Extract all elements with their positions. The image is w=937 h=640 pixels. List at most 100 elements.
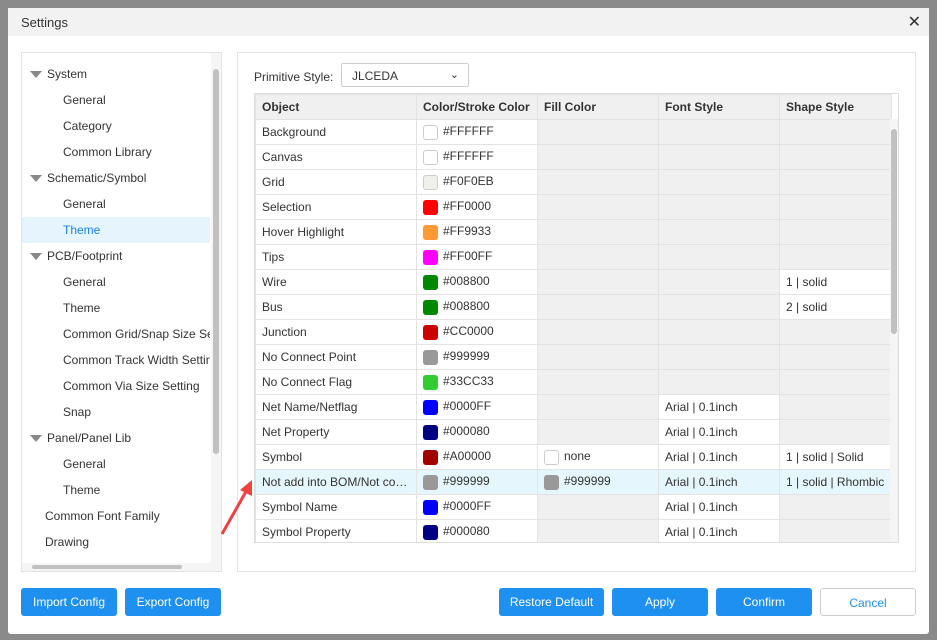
color-swatch[interactable] <box>423 224 438 240</box>
tree-item[interactable]: Schematic/Symbol <box>22 165 210 191</box>
tree-item[interactable]: Category <box>22 113 210 139</box>
table-row[interactable]: Symbol #A00000 none Arial | 0.1inch 1 | soli… <box>255 444 892 470</box>
table-row[interactable]: Symbol Name #0000FF Arial | 0.1inch <box>255 494 892 520</box>
color-swatch[interactable] <box>423 274 438 290</box>
table-row[interactable]: Background #FFFFFF <box>255 119 892 145</box>
font-cell[interactable]: Arial | 0.1inch <box>658 419 780 445</box>
tree-item[interactable]: Common Library <box>22 139 210 165</box>
tree-item[interactable]: Panel/Panel Lib <box>22 425 210 451</box>
color-swatch[interactable] <box>423 474 438 490</box>
table-row[interactable]: No Connect Point #999999 <box>255 344 892 370</box>
tree-item[interactable]: General <box>22 269 210 295</box>
object-cell[interactable]: No Connect Point <box>255 344 417 370</box>
table-row[interactable]: Grid #F0F0EB <box>255 169 892 195</box>
tree-item[interactable]: Theme <box>22 217 210 243</box>
color-swatch[interactable] <box>423 374 438 390</box>
table-row[interactable]: Bus #008800 2 | solid <box>255 294 892 320</box>
shape-cell[interactable]: 1 | solid | Rhombic <box>779 469 892 495</box>
shape-cell[interactable]: 1 | solid <box>779 269 892 295</box>
font-cell[interactable]: Arial | 0.1inch <box>658 469 780 495</box>
tree-item[interactable]: Common Font Family <box>22 503 210 529</box>
object-cell[interactable]: Symbol Name <box>255 494 417 520</box>
color-cell[interactable]: #008800 <box>416 294 538 320</box>
color-cell[interactable]: #FFFFFF <box>416 119 538 145</box>
tree-item[interactable]: General <box>22 87 210 113</box>
tree-item[interactable]: General <box>22 451 210 477</box>
object-cell[interactable]: Net Property <box>255 419 417 445</box>
tree-item[interactable]: System <box>22 61 210 87</box>
object-cell[interactable]: Not add into BOM/Not convert to PCB <box>255 469 417 495</box>
color-swatch[interactable] <box>423 299 438 315</box>
color-swatch[interactable] <box>423 174 438 190</box>
color-cell[interactable]: #0000FF <box>416 494 538 520</box>
tree-item[interactable]: Common Grid/Snap Size Setting <box>22 321 210 347</box>
tree-item[interactable]: PCB/Footprint <box>22 243 210 269</box>
apply-button[interactable]: Apply <box>612 588 708 616</box>
tree-item[interactable]: Common Via Size Setting <box>22 373 210 399</box>
color-cell[interactable]: #CC0000 <box>416 319 538 345</box>
color-swatch[interactable] <box>423 424 438 440</box>
tree-item[interactable]: Snap <box>22 399 210 425</box>
color-cell[interactable]: #008800 <box>416 269 538 295</box>
color-cell[interactable]: #FF9933 <box>416 219 538 245</box>
table-row[interactable]: Canvas #FFFFFF <box>255 144 892 170</box>
close-icon[interactable]: ✕ <box>908 12 921 32</box>
object-cell[interactable]: Bus <box>255 294 417 320</box>
color-swatch[interactable] <box>423 399 438 415</box>
object-cell[interactable]: Junction <box>255 319 417 345</box>
table-row[interactable]: Not add into BOM/Not convert to PCB #9999… <box>255 469 892 495</box>
font-cell[interactable]: Arial | 0.1inch <box>658 494 780 520</box>
color-cell[interactable]: #33CC33 <box>416 369 538 395</box>
color-swatch[interactable] <box>423 349 438 365</box>
font-cell[interactable]: Arial | 0.1inch <box>658 519 780 542</box>
tree-item[interactable]: Drawing <box>22 529 210 555</box>
table-row[interactable]: Symbol Property #000080 Arial | 0.1inch <box>255 519 892 542</box>
tree-item[interactable]: Common Track Width Setting <box>22 347 210 373</box>
export-config-button[interactable]: Export Config <box>125 588 221 616</box>
tree-item[interactable]: General <box>22 191 210 217</box>
object-cell[interactable]: Hover Highlight <box>255 219 417 245</box>
tree-item[interactable]: Theme <box>22 295 210 321</box>
tree-horizontal-scrollbar[interactable] <box>22 563 212 571</box>
cancel-button[interactable]: Cancel <box>820 588 916 616</box>
table-row[interactable]: Selection #FF0000 <box>255 194 892 220</box>
color-cell[interactable]: #999999 <box>416 344 538 370</box>
table-row[interactable]: Net Property #000080 Arial | 0.1inch <box>255 419 892 445</box>
color-swatch[interactable] <box>423 524 438 540</box>
color-cell[interactable]: #F0F0EB <box>416 169 538 195</box>
fill-cell[interactable]: #999999 <box>537 469 659 495</box>
table-row[interactable]: No Connect Flag #33CC33 <box>255 369 892 395</box>
color-swatch[interactable] <box>423 249 438 265</box>
table-row[interactable]: Hover Highlight #FF9933 <box>255 219 892 245</box>
object-cell[interactable]: Background <box>255 119 417 145</box>
object-cell[interactable]: Symbol <box>255 444 417 470</box>
table-row[interactable]: Net Name/Netflag #0000FF Arial | 0.1inch <box>255 394 892 420</box>
object-cell[interactable]: Net Name/Netflag <box>255 394 417 420</box>
color-swatch[interactable] <box>544 474 559 490</box>
color-cell[interactable]: #FF0000 <box>416 194 538 220</box>
table-row[interactable]: Tips #FF00FF <box>255 244 892 270</box>
object-cell[interactable]: Wire <box>255 269 417 295</box>
color-cell[interactable]: #A00000 <box>416 444 538 470</box>
color-swatch[interactable] <box>423 324 438 340</box>
object-cell[interactable]: Symbol Property <box>255 519 417 542</box>
color-cell[interactable]: #FF00FF <box>416 244 538 270</box>
color-swatch[interactable] <box>423 449 438 465</box>
shape-cell[interactable]: 2 | solid <box>779 294 892 320</box>
primitive-style-select[interactable]: JLCEDA ⌄ <box>341 63 469 87</box>
color-cell[interactable]: #999999 <box>416 469 538 495</box>
color-cell[interactable]: #000080 <box>416 419 538 445</box>
font-cell[interactable]: Arial | 0.1inch <box>658 394 780 420</box>
color-cell[interactable]: #000080 <box>416 519 538 542</box>
object-cell[interactable]: Tips <box>255 244 417 270</box>
font-cell[interactable]: Arial | 0.1inch <box>658 444 780 470</box>
object-cell[interactable]: Canvas <box>255 144 417 170</box>
table-row[interactable]: Junction #CC0000 <box>255 319 892 345</box>
confirm-button[interactable]: Confirm <box>716 588 812 616</box>
color-swatch[interactable] <box>423 199 438 215</box>
color-swatch[interactable] <box>544 449 559 465</box>
color-cell[interactable]: #0000FF <box>416 394 538 420</box>
tree-item[interactable]: Theme <box>22 477 210 503</box>
import-config-button[interactable]: Import Config <box>21 588 117 616</box>
color-swatch[interactable] <box>423 499 438 515</box>
